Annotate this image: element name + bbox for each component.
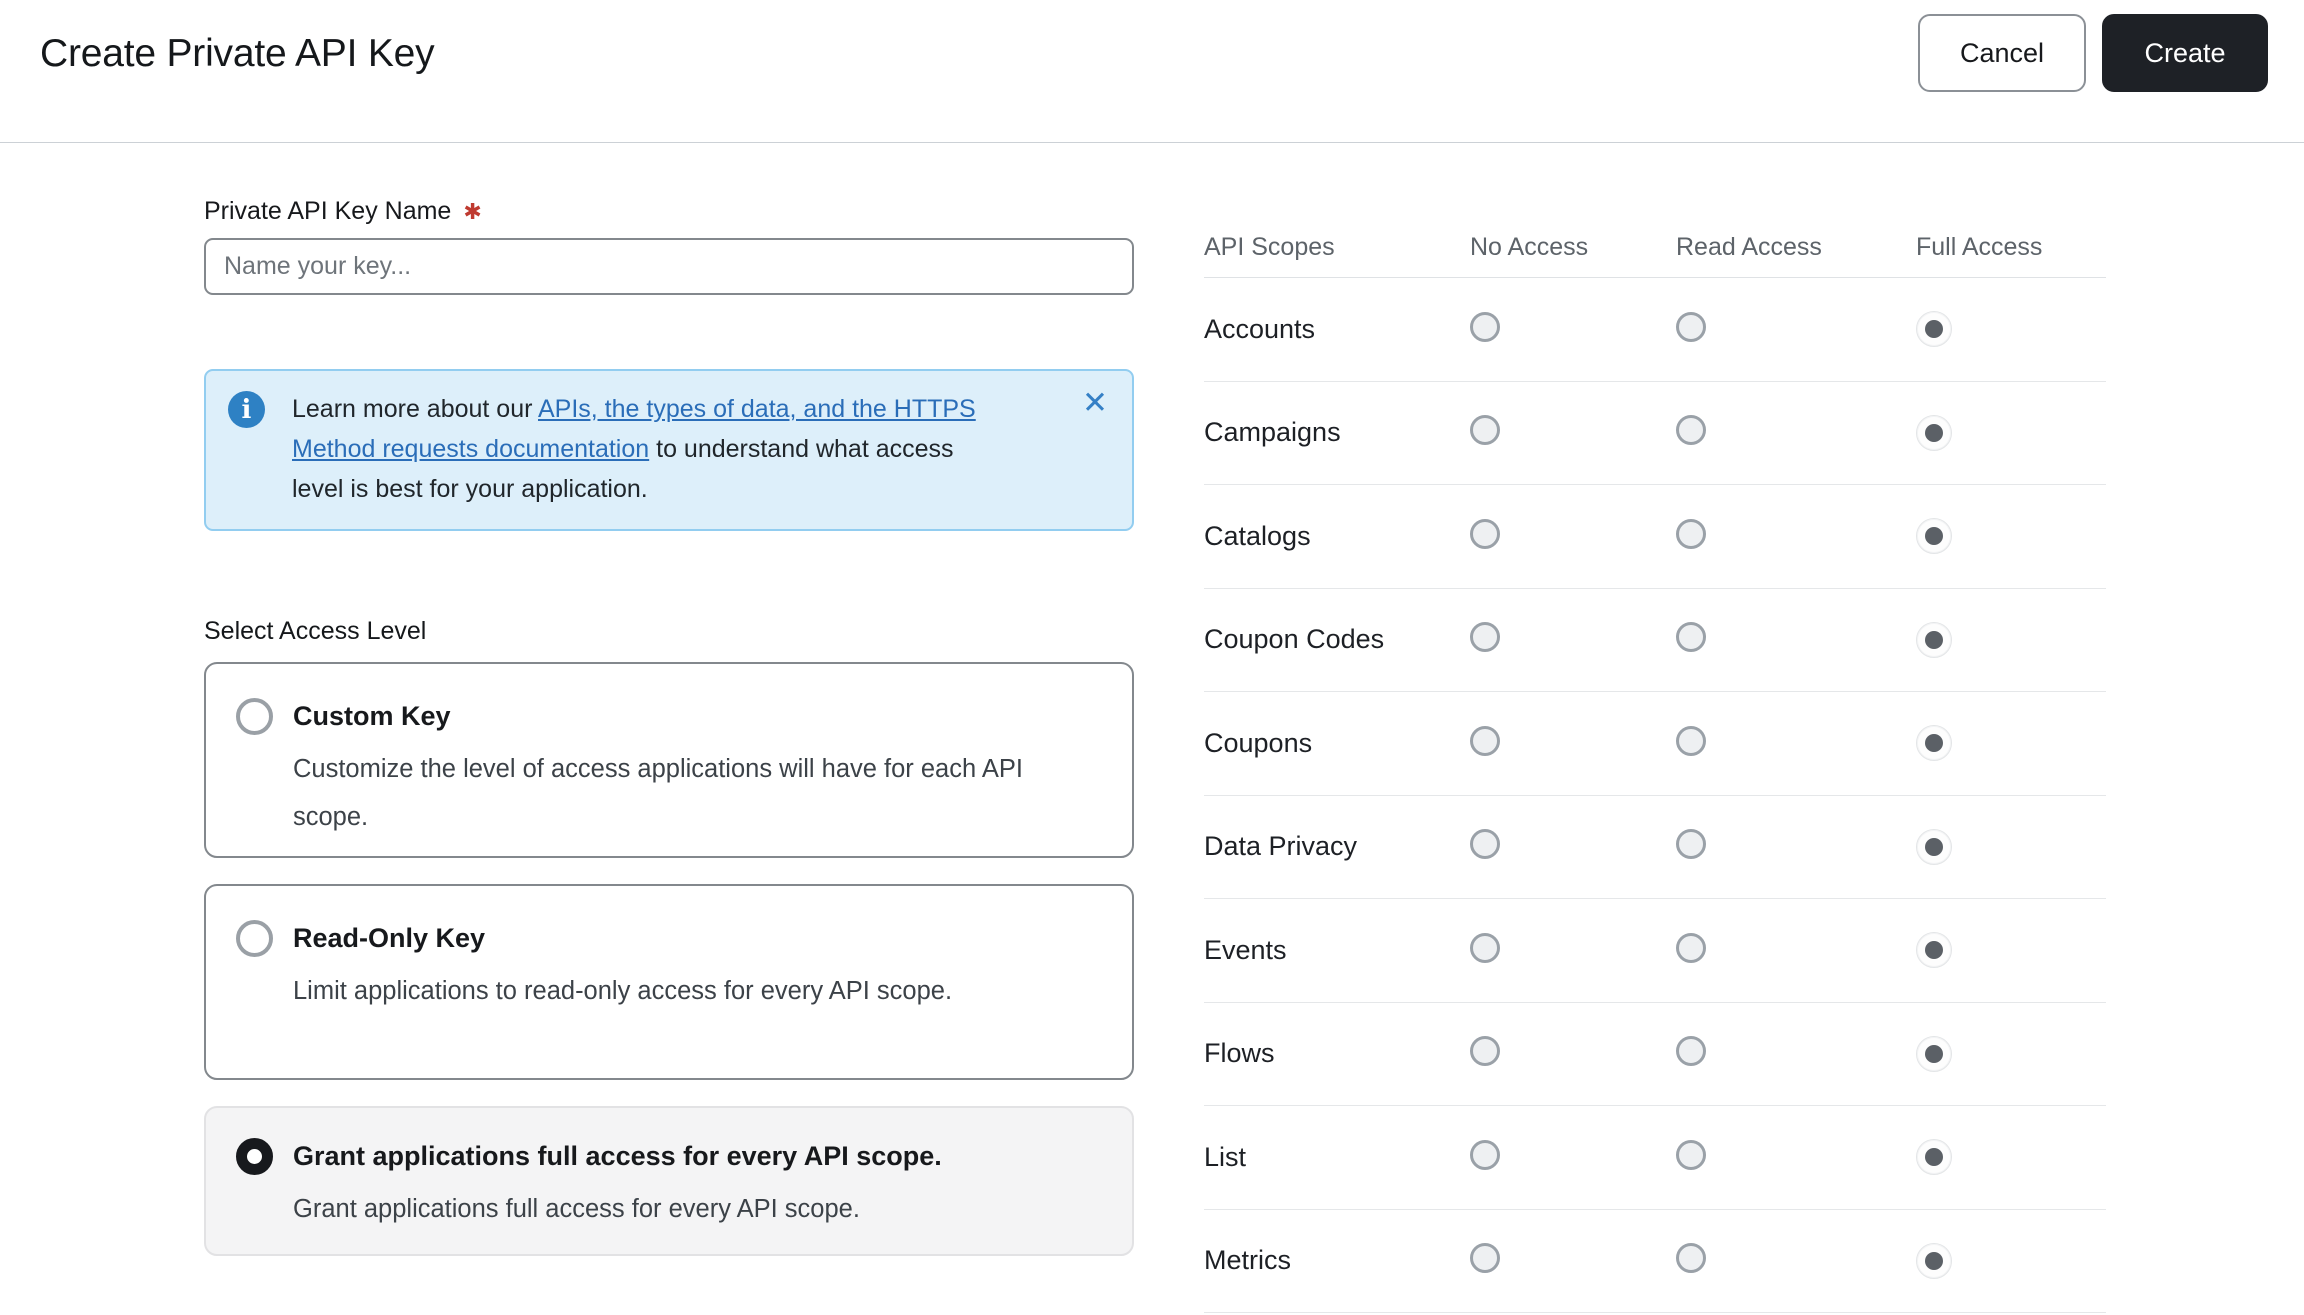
header-bar: Create Private API Key Cancel Create [0, 0, 2304, 143]
full-access-radio[interactable] [1916, 829, 1952, 865]
no-access-radio[interactable] [1470, 1243, 1500, 1273]
table-row: Accounts [1204, 278, 2106, 382]
no-access-radio[interactable] [1470, 622, 1500, 652]
read-access-radio[interactable] [1676, 1140, 1706, 1170]
scope-name: List [1204, 1142, 1470, 1173]
scope-name: Campaigns [1204, 417, 1470, 448]
required-asterisk-icon: ✱ [463, 199, 481, 225]
column-header-read-access: Read Access [1676, 233, 1916, 262]
access-level-heading: Select Access Level [204, 617, 1134, 646]
read-access-radio[interactable] [1676, 1243, 1706, 1273]
radio-selected-icon[interactable] [236, 1138, 273, 1175]
radio-dot [1925, 734, 1943, 752]
radio-dot [1925, 527, 1943, 545]
full-access-radio[interactable] [1916, 725, 1952, 761]
full-access-radio[interactable] [1916, 1036, 1952, 1072]
table-row: Metrics [1204, 1210, 2106, 1314]
radio-dot [1925, 320, 1943, 338]
radio-dot [1925, 1252, 1943, 1270]
read-access-radio[interactable] [1676, 933, 1706, 963]
option-head: Read-Only Key [236, 920, 1102, 957]
table-row: Flows [1204, 1003, 2106, 1107]
no-access-radio[interactable] [1470, 1036, 1500, 1066]
option-head: Custom Key [236, 698, 1102, 735]
table-row: Events [1204, 899, 2106, 1003]
scope-name: Catalogs [1204, 521, 1470, 552]
access-option-custom-key[interactable]: Custom Key Customize the level of access… [204, 662, 1134, 858]
api-scopes-table: API Scopes No Access Read Access Full Ac… [1204, 217, 2106, 1313]
info-text-before: Learn more about our [292, 395, 538, 423]
full-access-radio[interactable] [1916, 311, 1952, 347]
read-access-radio[interactable] [1676, 312, 1706, 342]
read-access-radio[interactable] [1676, 622, 1706, 652]
no-access-radio[interactable] [1470, 519, 1500, 549]
option-description: Customize the level of access applicatio… [293, 745, 1093, 841]
table-row: Campaigns [1204, 382, 2106, 486]
no-access-radio[interactable] [1470, 312, 1500, 342]
scope-name: Coupons [1204, 728, 1470, 759]
radio-unselected-icon[interactable] [236, 920, 273, 957]
full-access-radio[interactable] [1916, 1139, 1952, 1175]
radio-dot [1925, 838, 1943, 856]
table-row: Catalogs [1204, 485, 2106, 589]
info-banner: i Learn more about our APIs, the types o… [204, 369, 1134, 531]
read-access-radio[interactable] [1676, 415, 1706, 445]
no-access-radio[interactable] [1470, 726, 1500, 756]
scope-name: Metrics [1204, 1245, 1470, 1276]
radio-dot [1925, 1045, 1943, 1063]
access-option-full-access[interactable]: Grant applications full access for every… [204, 1106, 1134, 1256]
scope-name: Data Privacy [1204, 831, 1470, 862]
radio-dot [1925, 631, 1943, 649]
api-key-name-label-row: Private API Key Name ✱ [204, 197, 1134, 226]
option-head: Grant applications full access for every… [236, 1138, 1102, 1175]
cancel-button[interactable]: Cancel [1918, 14, 2086, 92]
option-description: Limit applications to read-only access f… [293, 967, 1093, 1015]
option-description: Grant applications full access for every… [293, 1185, 1093, 1233]
access-option-read-only-key[interactable]: Read-Only Key Limit applications to read… [204, 884, 1134, 1080]
main-content: Private API Key Name ✱ i Learn more abou… [0, 143, 2304, 1313]
read-access-radio[interactable] [1676, 519, 1706, 549]
full-access-radio[interactable] [1916, 932, 1952, 968]
column-header-full-access: Full Access [1916, 233, 2106, 262]
read-access-radio[interactable] [1676, 829, 1706, 859]
option-title: Read-Only Key [293, 923, 485, 954]
read-access-radio[interactable] [1676, 726, 1706, 756]
scope-name: Flows [1204, 1038, 1470, 1069]
info-icon: i [228, 391, 265, 428]
no-access-radio[interactable] [1470, 829, 1500, 859]
no-access-radio[interactable] [1470, 1140, 1500, 1170]
full-access-radio[interactable] [1916, 518, 1952, 554]
radio-dot [1925, 424, 1943, 442]
header-actions: Cancel Create [1918, 14, 2268, 92]
scope-name: Events [1204, 935, 1470, 966]
key-settings-column: Private API Key Name ✱ i Learn more abou… [204, 143, 1134, 1313]
no-access-radio[interactable] [1470, 933, 1500, 963]
radio-dot [1925, 1148, 1943, 1166]
no-access-radio[interactable] [1470, 415, 1500, 445]
column-header-api-scopes: API Scopes [1204, 233, 1470, 262]
column-header-no-access: No Access [1470, 233, 1676, 262]
full-access-radio[interactable] [1916, 415, 1952, 451]
scope-name: Accounts [1204, 314, 1470, 345]
api-key-name-input[interactable] [204, 238, 1134, 295]
table-row: Coupons [1204, 692, 2106, 796]
table-row: Coupon Codes [1204, 589, 2106, 693]
option-title: Grant applications full access for every… [293, 1141, 942, 1172]
read-access-radio[interactable] [1676, 1036, 1706, 1066]
table-header-row: API Scopes No Access Read Access Full Ac… [1204, 217, 2106, 278]
scope-name: Coupon Codes [1204, 624, 1470, 655]
radio-unselected-icon[interactable] [236, 698, 273, 735]
full-access-radio[interactable] [1916, 1243, 1952, 1279]
api-key-name-label: Private API Key Name [204, 197, 451, 226]
option-title: Custom Key [293, 701, 451, 732]
full-access-radio[interactable] [1916, 622, 1952, 658]
table-row: List [1204, 1106, 2106, 1210]
radio-dot [1925, 941, 1943, 959]
table-row: Data Privacy [1204, 796, 2106, 900]
create-button[interactable]: Create [2102, 14, 2268, 92]
info-banner-text: Learn more about our APIs, the types of … [292, 389, 992, 509]
close-icon[interactable]: ✕ [1078, 383, 1112, 422]
page-title: Create Private API Key [40, 32, 434, 76]
